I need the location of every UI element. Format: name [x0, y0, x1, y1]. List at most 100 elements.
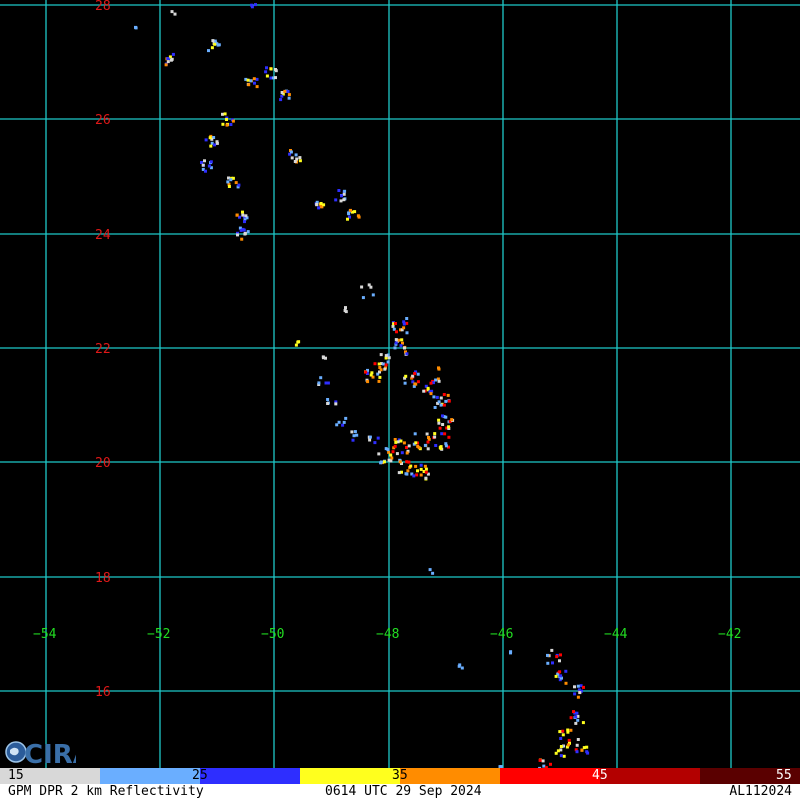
echo-pixel	[210, 46, 214, 50]
echo-pixel	[578, 691, 582, 695]
echo-pixel	[221, 112, 224, 116]
longitude-label: −42	[718, 627, 741, 642]
echo-pixel	[384, 363, 388, 367]
echo-pixel	[389, 459, 393, 463]
echo-pixel	[322, 356, 325, 360]
echo-pixel	[353, 210, 357, 214]
echo-pixel	[572, 710, 575, 714]
echo-pixel	[437, 400, 441, 404]
echo-pixel	[342, 198, 346, 202]
echo-pixel	[200, 161, 203, 164]
echo-pixel	[441, 414, 444, 418]
echo-pixel	[423, 443, 427, 447]
echo-pixel	[319, 202, 323, 205]
echo-pixel	[433, 435, 437, 439]
echo-pixel	[379, 353, 383, 357]
echo-pixel	[558, 659, 561, 663]
echo-pixel	[395, 330, 398, 334]
echo-pixel	[460, 666, 464, 670]
echo-pixel	[559, 674, 563, 678]
echo-pixel	[423, 464, 427, 468]
echo-pixel	[298, 156, 302, 160]
echo-pixel	[227, 185, 231, 188]
echo-pixel	[549, 762, 552, 766]
echo-pixel	[265, 66, 268, 70]
echo-pixel	[426, 440, 430, 444]
echo-pixel	[398, 460, 402, 464]
echo-pixel	[243, 231, 247, 235]
reflectivity-colorbar: 15 25 35 45 55	[0, 768, 800, 784]
echo-pixel	[243, 220, 246, 224]
echo-pixel	[225, 123, 229, 127]
echo-pixel	[431, 571, 435, 575]
echo-pixel	[407, 460, 411, 464]
echo-pixel	[346, 217, 349, 221]
echo-pixel	[437, 421, 441, 425]
echo-pixel	[356, 214, 360, 218]
latitude-label: 20	[95, 456, 111, 471]
echo-pixel	[280, 94, 284, 98]
echo-pixel	[442, 393, 446, 396]
echo-pixel	[575, 750, 579, 754]
echo-pixel	[444, 415, 448, 419]
echo-pixel	[415, 473, 419, 477]
echo-pixel	[215, 140, 219, 144]
echo-pixel	[561, 729, 565, 733]
echo-pixel	[411, 374, 415, 378]
echo-pixel	[555, 655, 559, 659]
echo-pixel	[326, 398, 330, 401]
echo-pixel	[294, 153, 298, 157]
echo-pixel	[249, 79, 253, 83]
product-title: GPM DPR 2 km Reflectivity	[8, 784, 204, 799]
echo-pixel	[576, 738, 580, 741]
echo-pixel	[236, 233, 239, 237]
echo-pixel	[265, 74, 269, 78]
echo-pixel	[443, 432, 447, 436]
echo-pixel	[427, 436, 430, 439]
echo-pixel	[255, 85, 259, 89]
echo-pixel	[402, 326, 406, 330]
echo-pixel	[344, 310, 348, 314]
echo-pixel	[376, 436, 380, 440]
latitude-label: 22	[95, 342, 111, 357]
echo-pixel	[412, 474, 416, 478]
echo-pixel	[434, 378, 438, 382]
echo-pixel	[225, 118, 228, 121]
colorbar-tick-55: 55	[776, 768, 792, 783]
echo-pixel	[450, 418, 454, 422]
echo-pixel	[403, 346, 406, 350]
echo-pixel	[416, 444, 420, 448]
echo-pixel	[377, 452, 381, 456]
echo-pixel	[334, 402, 338, 406]
lat-lon-grid	[0, 0, 800, 770]
echo-pixel	[209, 144, 213, 148]
echo-pixel	[404, 472, 408, 476]
echo-pixel	[366, 380, 370, 384]
colorbar-segment	[200, 768, 300, 784]
echo-pixel	[269, 67, 273, 71]
echo-pixel	[413, 382, 417, 386]
echo-pixel	[173, 12, 177, 16]
echo-pixel	[541, 759, 545, 763]
echo-pixel	[414, 441, 418, 445]
radar-echoes	[134, 3, 590, 770]
echo-pixel	[566, 728, 570, 732]
echo-pixel	[296, 340, 300, 344]
echo-pixel	[441, 423, 445, 426]
echo-pixel	[241, 210, 244, 214]
echo-pixel	[573, 685, 576, 689]
echo-pixel	[559, 745, 563, 748]
echo-pixel	[439, 403, 443, 407]
echo-pixel	[413, 432, 417, 436]
echo-pixel	[295, 157, 299, 161]
echo-pixel	[440, 432, 444, 436]
latitude-label: 24	[95, 228, 111, 243]
echo-pixel	[324, 381, 328, 385]
echo-pixel	[428, 568, 432, 572]
echo-pixel	[399, 439, 403, 443]
echo-pixel	[386, 360, 390, 364]
echo-pixel	[294, 343, 298, 347]
colorbar-tick-35: 35	[392, 768, 408, 783]
echo-pixel	[369, 373, 373, 377]
echo-pixel	[413, 372, 417, 376]
